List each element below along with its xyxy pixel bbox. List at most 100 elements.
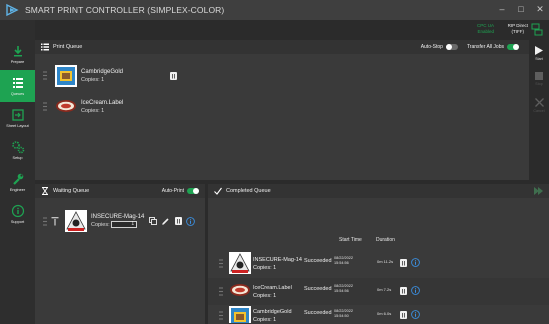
- print-queue-title: Print Queue: [53, 44, 83, 50]
- completed-job-row[interactable]: INSECURE-Mag-14 Copies: 1 Succeeded 08/2…: [208, 250, 549, 277]
- job-start-clock: 15:54:56: [334, 261, 349, 265]
- job-name: INSECURE-Mag-14: [91, 214, 145, 220]
- cancel-button[interactable]: Cancel: [529, 98, 549, 113]
- drag-handle-icon[interactable]: [219, 311, 223, 320]
- close-button[interactable]: ✕: [535, 3, 545, 15]
- drag-handle-icon[interactable]: [219, 259, 223, 268]
- drag-handle-icon[interactable]: [43, 216, 47, 226]
- printer-connected-icon: [531, 23, 543, 36]
- auto-stop-toggle[interactable]: [445, 44, 458, 50]
- job-thumbnail: [65, 210, 87, 232]
- sidebar-item-label: Setup: [12, 156, 23, 160]
- waiting-queue-title: Waiting Queue: [53, 188, 90, 194]
- move-to-top-icon[interactable]: [51, 216, 59, 226]
- sidebar-item-sheet-layout[interactable]: Sheet Layout: [0, 102, 35, 134]
- job-duration: 0m 6.0s: [377, 311, 392, 316]
- job-name: INSECURE-Mag-14: [253, 257, 302, 263]
- auto-print-toggle[interactable]: [187, 188, 199, 194]
- rip-status: RIP Direct (TIFF): [508, 23, 528, 35]
- action-bar: Start Stop Cancel: [529, 40, 549, 180]
- waiting-queue-job[interactable]: INSECURE-Mag-14 Copies: 1: [43, 208, 201, 234]
- print-queue-job[interactable]: CambridgeGold Copies: 1: [43, 62, 521, 89]
- start-button[interactable]: Start: [529, 46, 549, 61]
- info-icon[interactable]: [186, 216, 196, 226]
- print-queue-panel: Print Queue Auto-Stop Transfer All Jobs …: [35, 40, 529, 180]
- job-copies: Copies: 1: [81, 107, 105, 114]
- completed-job-row[interactable]: CambridgeGold Copies: 1 Succeeded 08/22/…: [208, 306, 549, 324]
- auto-stop-label: Auto-Stop: [420, 44, 443, 50]
- sidebar-item-support[interactable]: Support: [0, 198, 35, 230]
- maximize-button[interactable]: □: [516, 3, 526, 15]
- duplicate-icon[interactable]: [149, 217, 158, 225]
- cpc-status-line2: Enabled: [477, 29, 494, 34]
- job-thumbnail: [230, 284, 250, 296]
- completed-queue-panel: Completed Queue Start Time Duration INSE…: [208, 184, 549, 324]
- completed-job-row[interactable]: IceCream.Label Copies: 1 Succeeded 08/22…: [208, 278, 549, 305]
- cancel-label: Cancel: [533, 109, 545, 113]
- trash-icon[interactable]: [400, 259, 407, 267]
- job-name: CambridgeGold: [253, 309, 292, 315]
- edit-pencil-icon[interactable]: [162, 217, 170, 225]
- job-name-block: INSECURE-Mag-14 Copies: 1: [253, 256, 302, 272]
- drag-handle-icon[interactable]: [43, 102, 47, 111]
- sidebar-item-engineer[interactable]: Engineer: [0, 166, 35, 198]
- job-status: Succeeded: [304, 286, 332, 292]
- sidebar-item-prepare[interactable]: Prepare: [0, 38, 35, 70]
- list-icon: [41, 43, 49, 51]
- job-name-block: CambridgeGold Copies: 1: [253, 308, 292, 324]
- info-icon[interactable]: [411, 286, 420, 295]
- stop-button[interactable]: Stop: [529, 72, 549, 86]
- sidebar-item-label: Queues: [10, 92, 25, 96]
- app-title: SMART PRINT CONTROLLER (SIMPLEX-COLOR): [25, 5, 225, 15]
- rip-status-line2: (TIFF): [511, 29, 525, 34]
- forward-icon[interactable]: [534, 187, 543, 195]
- copies-label: Copies:: [91, 222, 110, 228]
- start-time-column-header: Start Time: [339, 237, 362, 243]
- cancel-x-icon: [534, 98, 544, 107]
- wrench-icon: [12, 173, 23, 185]
- status-area: CPC UA Enabled RIP Direct (TIFF): [35, 20, 549, 40]
- copies-input[interactable]: 1: [111, 221, 138, 229]
- drag-handle-icon[interactable]: [219, 287, 223, 296]
- trash-icon[interactable]: [400, 311, 407, 319]
- sidebar-item-label: Prepare: [10, 60, 25, 64]
- job-name: CambridgeGold: [81, 68, 124, 75]
- job-copies: Copies: 1: [81, 76, 105, 83]
- job-copies: Copies: 1: [253, 293, 277, 299]
- cpc-status: CPC UA Enabled: [477, 23, 494, 35]
- hourglass-icon: [42, 187, 48, 195]
- stop-label: Stop: [535, 82, 543, 86]
- sidebar-item-setup[interactable]: Setup: [0, 134, 35, 166]
- sidebar-item-label: Support: [10, 220, 25, 224]
- sidebar-item-label: Sheet Layout: [6, 124, 29, 128]
- start-label: Start: [535, 57, 543, 61]
- print-queue-header: Print Queue Auto-Stop Transfer All Jobs: [35, 40, 529, 54]
- download-icon: [13, 46, 22, 57]
- drag-handle-icon[interactable]: [43, 71, 47, 80]
- trash-icon[interactable]: [400, 287, 407, 295]
- job-start-time: 08/22/2022 15:54:50: [334, 309, 353, 319]
- job-copies: Copies: 1: [253, 265, 277, 271]
- transfer-all-jobs-toggle[interactable]: [507, 44, 519, 50]
- info-icon[interactable]: [411, 258, 420, 267]
- print-queue-job[interactable]: IceCream.Label Copies: 1: [43, 93, 521, 120]
- auto-print-control: Auto-Print: [162, 188, 199, 194]
- sidebar-item-label: Engineer: [9, 188, 26, 192]
- job-start-clock: 15:54:56: [334, 289, 349, 293]
- info-icon[interactable]: [411, 310, 420, 319]
- job-duration: 0m 7.2s: [377, 287, 392, 292]
- job-thumbnail: [56, 99, 76, 112]
- trash-icon[interactable]: [175, 217, 183, 225]
- job-name: IceCream.Label: [81, 99, 124, 106]
- sidebar-item-queues[interactable]: Queues: [0, 70, 35, 102]
- check-icon: [214, 187, 222, 195]
- job-start-clock: 15:54:50: [334, 314, 349, 318]
- print-queue-toggles: Auto-Stop Transfer All Jobs: [421, 44, 519, 50]
- job-start-time: 08/22/2022 15:54:56: [334, 256, 353, 266]
- job-status: Succeeded: [304, 310, 332, 316]
- trash-icon[interactable]: [170, 71, 178, 80]
- stop-icon: [535, 72, 543, 80]
- duration-column-header: Duration: [376, 237, 395, 243]
- minimize-button[interactable]: –: [497, 3, 507, 15]
- transfer-all-jobs-label: Transfer All Jobs: [466, 44, 504, 50]
